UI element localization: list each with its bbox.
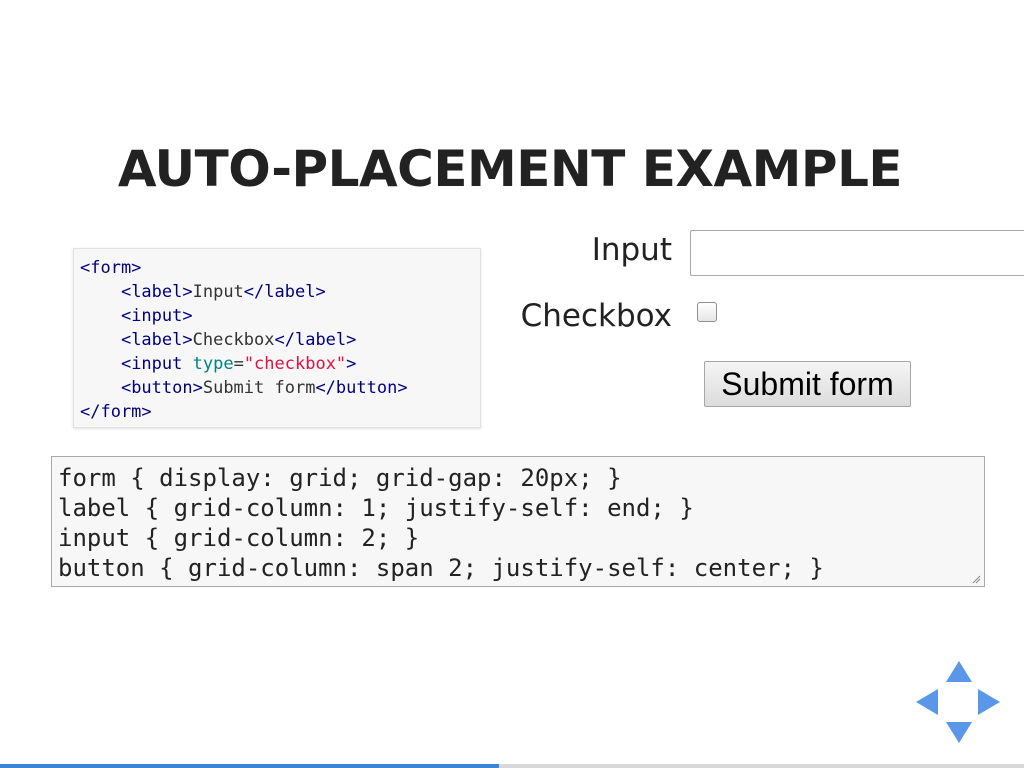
- html-code-snippet: <form> <label>Input</label> <input> <lab…: [73, 248, 481, 428]
- slide: AUTO-PLACEMENT EXAMPLE <form> <label>Inp…: [0, 0, 1024, 768]
- input-label: Input: [591, 232, 672, 268]
- progress-bar-fill: [0, 764, 499, 768]
- code-token: </button>: [315, 378, 408, 398]
- code-token: <button>: [120, 378, 203, 398]
- triangle-right-icon[interactable]: [978, 689, 1000, 715]
- code-token: Checkbox: [192, 330, 275, 350]
- code-token: Submit form: [202, 378, 316, 398]
- resize-handle-icon[interactable]: [971, 574, 981, 584]
- code-token: <label>: [120, 330, 193, 350]
- code-token: Input: [192, 282, 244, 302]
- code-token: </label>: [243, 282, 326, 302]
- code-token: <input: [120, 354, 193, 374]
- slide-title: AUTO-PLACEMENT EXAMPLE: [117, 140, 903, 198]
- code-token: </form>: [80, 402, 152, 422]
- code-token: </label>: [274, 330, 357, 350]
- demo-checkbox[interactable]: [697, 302, 717, 322]
- code-token: =: [233, 354, 244, 374]
- triangle-up-icon[interactable]: [946, 661, 972, 682]
- code-token: >: [346, 354, 357, 374]
- code-token: "checkbox": [243, 354, 347, 374]
- code-token: <form>: [80, 258, 142, 278]
- triangle-left-icon[interactable]: [916, 689, 938, 715]
- triangle-down-icon[interactable]: [946, 722, 972, 743]
- submit-form-button[interactable]: Submit form: [704, 361, 911, 407]
- progress-bar: [0, 764, 1024, 768]
- code-token: type: [192, 354, 234, 374]
- code-token: <label>: [120, 282, 193, 302]
- checkbox-label: Checkbox: [520, 298, 672, 334]
- slide-navigation: [914, 658, 1004, 746]
- demo-text-input[interactable]: [690, 230, 1024, 276]
- code-token: <input>: [120, 306, 193, 326]
- css-editor-textarea[interactable]: form { display: grid; grid-gap: 20px; } …: [51, 456, 985, 587]
